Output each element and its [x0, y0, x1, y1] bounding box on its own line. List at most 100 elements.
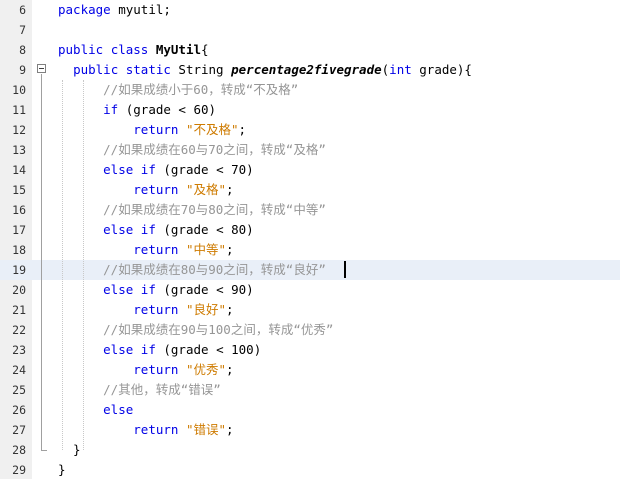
code-text[interactable]: } — [58, 460, 66, 479]
keyword-token: if — [140, 162, 156, 177]
comment-token: //如果成绩在90与100之间，转成“优秀” — [103, 322, 334, 337]
code-text[interactable]: return "良好"; — [58, 300, 234, 320]
keyword-token: return — [133, 122, 179, 137]
code-line[interactable]: 13 //如果成绩在60与70之间，转成“及格” — [0, 140, 620, 160]
keyword-token: return — [133, 182, 179, 197]
code-text[interactable]: else if (grade < 70) — [58, 160, 254, 180]
code-line[interactable]: 19 //如果成绩在80与90之间，转成“良好” — [0, 260, 620, 280]
code-editor[interactable]: 6 package myutil; 7 8 public class MyUtil{9 … — [0, 0, 620, 479]
code-text[interactable]: //如果成绩在90与100之间，转成“优秀” — [58, 320, 333, 340]
code-line[interactable]: 25 //其他，转成“错误” — [0, 380, 620, 400]
keyword-token: else — [103, 222, 134, 237]
code-line[interactable]: 22 //如果成绩在90与100之间，转成“优秀” — [0, 320, 620, 340]
code-line[interactable]: 27 return "错误"; — [0, 420, 620, 440]
code-token: ; — [226, 302, 234, 317]
keyword-token: else — [103, 162, 134, 177]
code-token: String — [170, 62, 232, 77]
code-line[interactable]: 24 return "优秀"; — [0, 360, 620, 380]
keyword-token: if — [140, 222, 156, 237]
code-token: (grade < 70) — [155, 162, 254, 177]
line-number: 14 — [12, 163, 26, 177]
code-text[interactable]: return "错误"; — [58, 420, 234, 440]
code-text[interactable]: //如果成绩小于60，转成“不及格” — [58, 80, 298, 100]
code-line[interactable]: 15 return "及格"; — [0, 180, 620, 200]
keyword-token: int — [389, 62, 412, 77]
code-line[interactable]: 6 package myutil; — [0, 0, 620, 20]
comment-token: //如果成绩在80与90之间，转成“良好” — [103, 262, 326, 277]
code-line[interactable]: 10 //如果成绩小于60，转成“不及格” — [0, 80, 620, 100]
code-line[interactable]: 8 public class MyUtil{ — [0, 40, 620, 60]
line-number: 22 — [12, 323, 26, 337]
string-token: "良好" — [185, 302, 227, 317]
code-text[interactable]: else — [58, 400, 133, 420]
code-text[interactable]: else if (grade < 90) — [58, 280, 254, 300]
code-token: ; — [226, 182, 234, 197]
code-text[interactable]: else if (grade < 80) — [58, 220, 254, 240]
line-number: 12 — [12, 123, 26, 137]
line-number: 19 — [12, 263, 26, 277]
code-text[interactable]: if (grade < 60) — [58, 100, 216, 120]
code-text[interactable]: //如果成绩在70与80之间，转成“中等” — [58, 200, 326, 220]
indent-guide — [83, 80, 84, 450]
code-text[interactable]: package myutil; — [58, 0, 171, 20]
code-line[interactable]: 11 if (grade < 60) — [0, 100, 620, 120]
string-token: "不及格" — [185, 122, 239, 137]
code-line[interactable]: 29} — [0, 460, 620, 479]
code-line[interactable]: 21 return "良好"; — [0, 300, 620, 320]
code-token: } — [58, 462, 66, 477]
code-token: ; — [226, 422, 234, 437]
code-token: { — [201, 42, 209, 57]
code-line[interactable]: 9 public static String percentage2fivegr… — [0, 60, 620, 80]
code-line[interactable]: 18 return "中等"; — [0, 240, 620, 260]
string-token: "中等" — [185, 242, 227, 257]
code-text[interactable]: public class MyUtil{ — [58, 40, 209, 60]
code-token: (grade < 100) — [155, 342, 262, 357]
indent-guide — [62, 80, 63, 450]
line-number: 10 — [12, 83, 26, 97]
code-text[interactable]: return "优秀"; — [58, 360, 233, 380]
code-line[interactable]: 7 — [0, 20, 620, 40]
collapse-method-icon[interactable] — [37, 64, 46, 73]
code-line[interactable]: 12 return "不及格"; — [0, 120, 620, 140]
code-text[interactable]: return "及格"; — [58, 180, 234, 200]
string-token: "优秀" — [185, 362, 227, 377]
line-number: 23 — [12, 343, 26, 357]
code-text[interactable]: return "中等"; — [58, 240, 233, 260]
code-line[interactable]: 14 else if (grade < 70) — [0, 160, 620, 180]
code-line[interactable]: 23 else if (grade < 100) — [0, 340, 620, 360]
line-number: 7 — [19, 23, 26, 37]
line-number: 8 — [19, 43, 26, 57]
code-line[interactable]: 26 else — [0, 400, 620, 420]
line-number: 25 — [12, 383, 26, 397]
code-text[interactable]: public static String percentage2fivegrad… — [58, 60, 472, 80]
code-line[interactable]: 28 } — [0, 440, 620, 460]
code-token: (grade < 90) — [155, 282, 254, 297]
code-text[interactable]: //如果成绩在60与70之间，转成“及格” — [58, 140, 326, 160]
code-text[interactable]: else if (grade < 100) — [58, 340, 261, 360]
keyword-token: return — [133, 422, 179, 437]
code-line[interactable]: 17 else if (grade < 80) — [0, 220, 620, 240]
code-line[interactable]: 20 else if (grade < 90) — [0, 280, 620, 300]
string-token: "及格" — [185, 182, 227, 197]
code-text[interactable]: return "不及格"; — [58, 120, 246, 140]
code-text[interactable]: //如果成绩在80与90之间，转成“良好” — [58, 260, 326, 280]
code-token: (grade < 80) — [155, 222, 254, 237]
code-line[interactable]: 16 //如果成绩在70与80之间，转成“中等” — [0, 200, 620, 220]
comment-token: //其他，转成“错误” — [103, 382, 221, 397]
